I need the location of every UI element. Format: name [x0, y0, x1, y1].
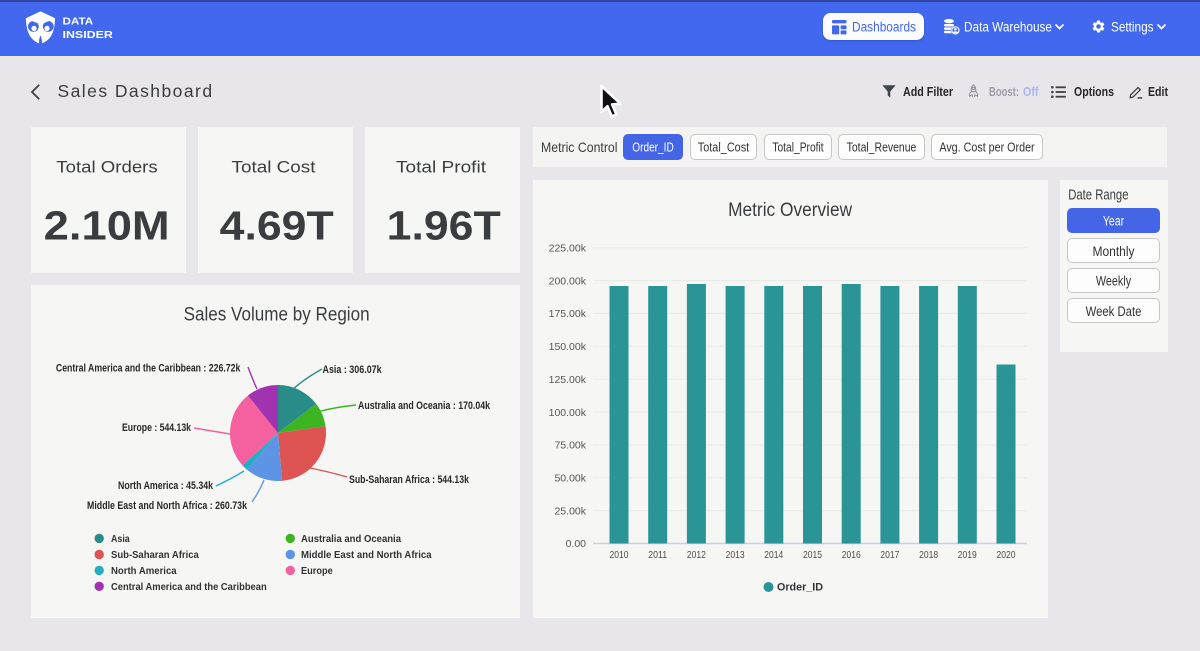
svg-text:North America : 45.34k: North America : 45.34k	[118, 480, 214, 492]
svg-text:Total_Cost: Total_Cost	[698, 140, 750, 155]
svg-text:Off: Off	[1023, 84, 1039, 99]
svg-text:200.00k: 200.00k	[549, 275, 587, 287]
svg-text:Total_Profit: Total_Profit	[772, 140, 824, 155]
svg-text:2011: 2011	[648, 549, 667, 561]
svg-text:Boost:: Boost:	[989, 84, 1019, 99]
svg-text:50.00k: 50.00k	[554, 473, 586, 485]
svg-text:175.00k: 175.00k	[549, 308, 587, 320]
svg-text:Sub-Saharan Africa : 544.13k: Sub-Saharan Africa : 544.13k	[349, 474, 470, 486]
svg-text:Dashboards: Dashboards	[852, 19, 916, 34]
svg-text:Total_Revenue: Total_Revenue	[847, 140, 917, 155]
svg-text:Order_ID: Order_ID	[632, 140, 674, 155]
svg-text:Settings: Settings	[1111, 19, 1154, 34]
svg-text:225.00k: 225.00k	[549, 242, 587, 254]
svg-text:Europe : 544.13k: Europe : 544.13k	[122, 422, 192, 434]
svg-text:Sub-Saharan Africa: Sub-Saharan Africa	[111, 549, 199, 561]
svg-text:2018: 2018	[919, 549, 938, 561]
svg-text:0.00: 0.00	[566, 538, 587, 550]
svg-text:100.00k: 100.00k	[549, 407, 587, 419]
svg-text:Order_ID: Order_ID	[777, 582, 823, 594]
svg-text:2015: 2015	[803, 549, 822, 561]
svg-text:DATA: DATA	[63, 15, 94, 27]
svg-text:Europe: Europe	[301, 565, 333, 577]
svg-text:2014: 2014	[764, 549, 783, 561]
svg-text:2019: 2019	[958, 549, 977, 561]
svg-text:Data Warehouse: Data Warehouse	[964, 19, 1052, 34]
svg-text:Middle East and North Africa: Middle East and North Africa	[301, 549, 432, 561]
svg-text:4.69T: 4.69T	[220, 203, 334, 249]
svg-text:2010: 2010	[610, 549, 629, 561]
svg-text:2013: 2013	[726, 549, 745, 561]
svg-text:North America: North America	[111, 565, 177, 577]
svg-text:Australia and Oceania: Australia and Oceania	[301, 533, 401, 545]
svg-text:Edit: Edit	[1148, 84, 1169, 99]
svg-text:Week Date: Week Date	[1086, 304, 1142, 319]
svg-text:1.96T: 1.96T	[387, 203, 501, 249]
svg-text:Central America and the Caribb: Central America and the Caribbean : 226.…	[56, 362, 241, 374]
svg-text:Weekly: Weekly	[1096, 274, 1131, 289]
svg-text:Options: Options	[1074, 84, 1114, 99]
svg-text:2012: 2012	[687, 549, 706, 561]
svg-text:Metric Overview: Metric Overview	[728, 199, 853, 221]
svg-text:Year: Year	[1103, 214, 1125, 229]
svg-text:Asia : 306.07k: Asia : 306.07k	[323, 364, 383, 376]
svg-text:Total Profit: Total Profit	[396, 157, 486, 176]
svg-text:Central America and the Caribb: Central America and the Caribbean	[111, 581, 267, 593]
svg-text:Sales Volume by Region: Sales Volume by Region	[184, 304, 370, 326]
svg-text:Asia: Asia	[111, 533, 130, 545]
svg-text:Total Cost: Total Cost	[232, 157, 316, 176]
svg-text:2016: 2016	[842, 549, 861, 561]
svg-text:2017: 2017	[880, 549, 899, 561]
svg-text:Australia and Oceania : 170.04: Australia and Oceania : 170.04k	[358, 400, 491, 412]
svg-text:2.10M: 2.10M	[44, 203, 170, 249]
svg-text:Metric Control: Metric Control	[541, 139, 618, 155]
svg-text:Monthly: Monthly	[1092, 244, 1134, 259]
svg-text:Add Filter: Add Filter	[903, 84, 953, 99]
svg-text:150.00k: 150.00k	[549, 341, 587, 353]
svg-text:2020: 2020	[997, 549, 1016, 561]
svg-text:75.00k: 75.00k	[554, 440, 586, 452]
svg-text:Avg. Cost per Order: Avg. Cost per Order	[939, 140, 1035, 155]
svg-text:Date Range: Date Range	[1068, 188, 1128, 204]
svg-text:125.00k: 125.00k	[549, 374, 587, 386]
svg-text:Total Orders: Total Orders	[56, 157, 157, 176]
svg-text:INSIDER: INSIDER	[63, 29, 114, 41]
svg-text:25.00k: 25.00k	[554, 505, 586, 517]
svg-text:Middle East and North Africa :: Middle East and North Africa : 260.73k	[87, 500, 248, 512]
